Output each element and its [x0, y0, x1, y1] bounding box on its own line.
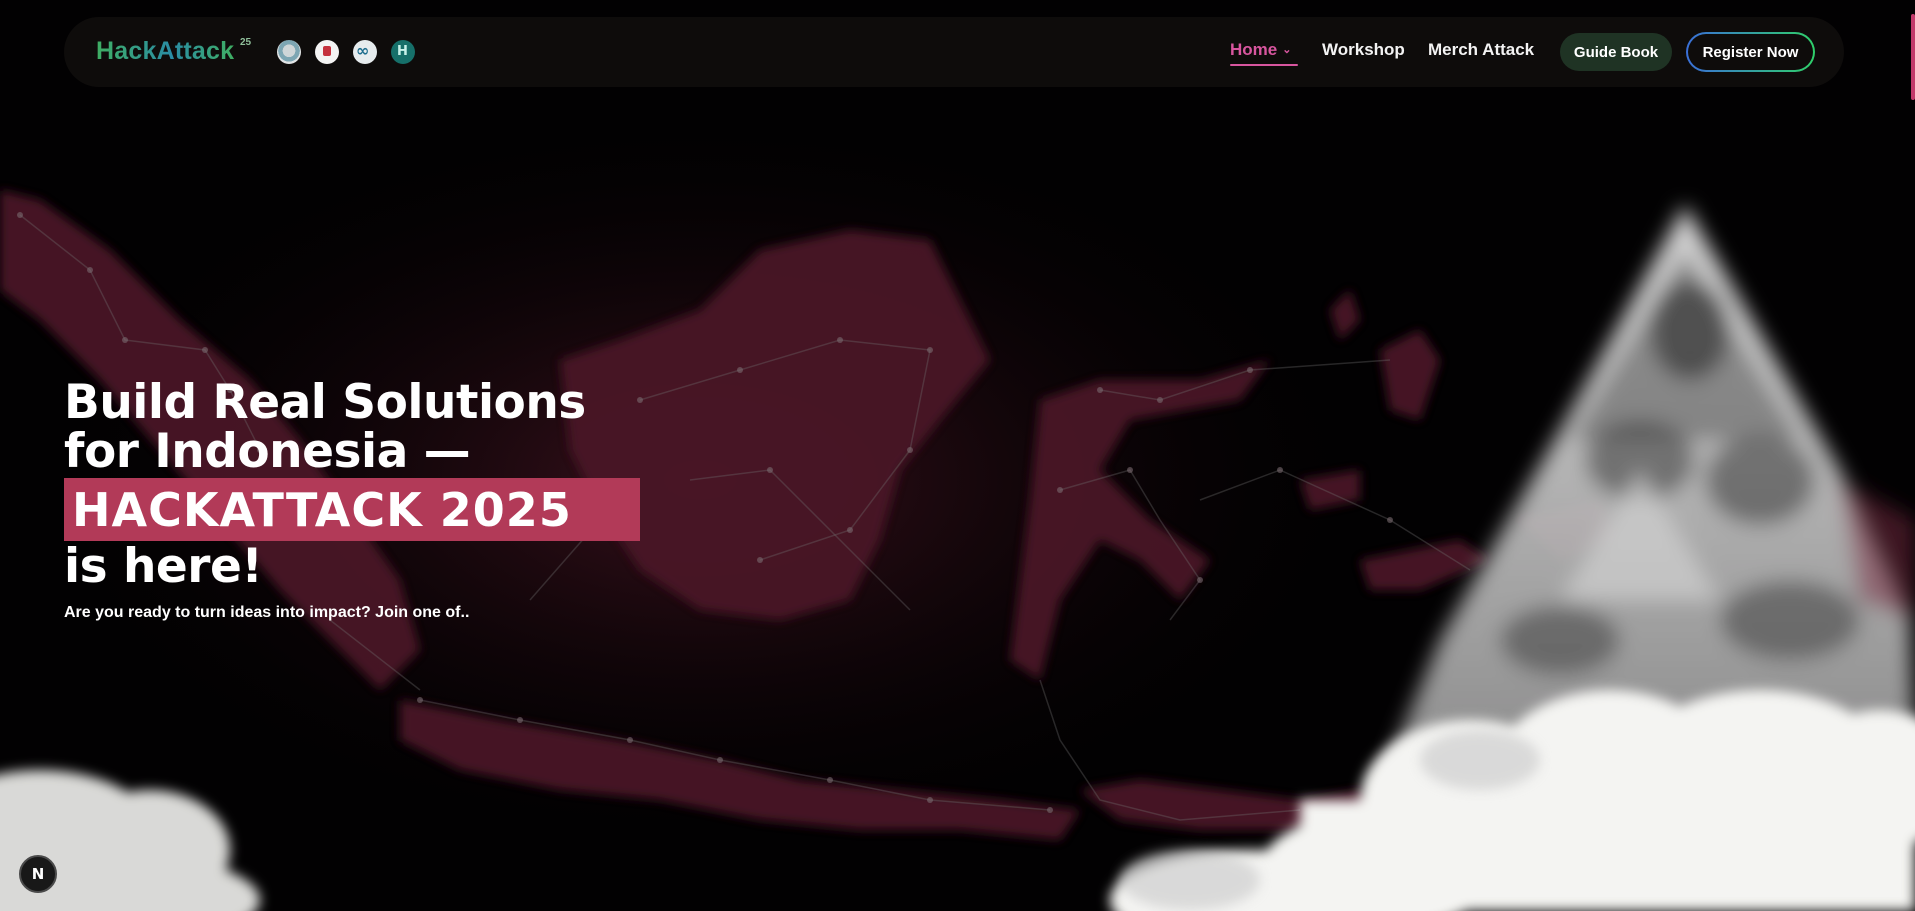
hero-headline-line-1: Build Real Solutions	[64, 375, 586, 430]
framework-dev-badge[interactable]: N	[19, 855, 57, 893]
hero-section: HackAttack 25 Home ⌄ Workshop Merch Attac…	[0, 0, 1915, 911]
hero-highlight-text: HACKATTACK 2025	[72, 483, 572, 537]
partner-logo-1	[277, 40, 301, 64]
nav-home-active-underline	[1230, 64, 1298, 66]
hero-headline: Build Real Solutions for Indonesia —	[64, 378, 586, 476]
nav-workshop-link[interactable]: Workshop	[1322, 40, 1405, 60]
chevron-down-icon: ⌄	[1282, 44, 1292, 56]
brand-year-superscript: 25	[240, 37, 252, 48]
brand-logo-link[interactable]: HackAttack	[96, 37, 234, 66]
nav-home-label: Home	[1230, 40, 1278, 59]
ornament-triangle	[1390, 205, 1915, 760]
guide-book-button[interactable]: Guide Book	[1560, 33, 1672, 71]
register-now-button[interactable]: Register Now	[1686, 32, 1815, 72]
nav-home-link[interactable]: Home ⌄	[1230, 40, 1291, 60]
hero-headline-line-3: is here!	[64, 539, 263, 594]
partner-logo-4	[391, 40, 415, 64]
nav-merch-attack-link[interactable]: Merch Attack	[1428, 40, 1534, 60]
hero-headline-line-2: for Indonesia —	[64, 424, 471, 479]
partner-logo-2	[315, 40, 339, 64]
top-navbar: HackAttack 25 Home ⌄ Workshop Merch Attac…	[64, 17, 1844, 87]
scrollbar-thumb[interactable]	[1911, 14, 1915, 100]
hero-subtitle: Are you ready to turn ideas into impact?…	[64, 604, 470, 621]
partner-logo-3	[353, 40, 377, 64]
